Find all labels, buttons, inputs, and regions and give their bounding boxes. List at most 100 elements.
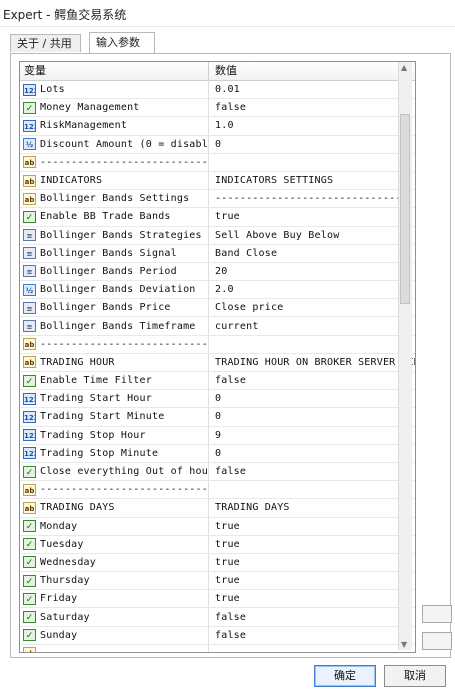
param-type-num-icon: 123 — [23, 392, 36, 405]
parameter-name-cell: ✓ Close everything Out of hours — [20, 462, 209, 481]
value-column-header[interactable]: 数值 — [209, 62, 415, 80]
parameter-row[interactable]: ½ Discount Amount (0 = disabled) 0 — [20, 135, 415, 154]
parameter-name-cell: ≡ Bollinger Bands Strategies — [20, 226, 209, 244]
cancel-button[interactable]: 取消 — [384, 665, 446, 687]
parameter-value[interactable]: 20 — [209, 263, 415, 280]
parameter-row[interactable]: ab --------------------------------- — [20, 644, 415, 652]
parameter-value[interactable]: true — [209, 208, 415, 225]
vertical-scrollbar[interactable]: ▲ ▼ — [398, 62, 412, 650]
parameter-value[interactable]: true — [209, 536, 415, 553]
parameter-value[interactable] — [209, 645, 415, 652]
parameter-row[interactable]: ≡ Bollinger Bands Signal Band Close — [20, 244, 415, 263]
parameter-value[interactable]: true — [209, 518, 415, 535]
parameter-row[interactable]: ab --------------------------------- — [20, 153, 415, 172]
tab-bar: 关于 / 共用 输入参数 — [10, 32, 450, 54]
parameter-row[interactable]: ab TRADING DAYS TRADING DAYS — [20, 499, 415, 518]
parameter-name-cell: ✓ Money Management — [20, 99, 209, 117]
parameter-value[interactable]: 2.0 — [209, 281, 415, 298]
parameter-value[interactable]: TRADING DAYS — [209, 499, 415, 516]
parameter-name: Sunday — [40, 629, 78, 641]
tab-inputs[interactable]: 输入参数 — [89, 32, 155, 53]
parameter-value[interactable]: Sell Above Buy Below — [209, 227, 415, 244]
parameter-name-cell: ≡ Bollinger Bands Price — [20, 299, 209, 317]
parameter-row[interactable]: ≡ Bollinger Bands Price Close price — [20, 299, 415, 318]
parameter-value[interactable]: INDICATORS SETTINGS — [209, 172, 415, 189]
parameter-row[interactable]: ab TRADING HOUR TRADING HOUR ON BROKER SER… — [20, 353, 415, 372]
scroll-down-icon[interactable]: ▼ — [401, 640, 407, 649]
param-type-ab-icon: ab — [23, 156, 36, 169]
parameter-name: Bollinger Bands Signal — [40, 247, 177, 259]
parameter-value[interactable]: false — [209, 463, 415, 480]
parameter-value[interactable]: 0 — [209, 445, 415, 462]
param-type-d-icon: ✓ — [23, 556, 36, 569]
parameter-name-cell: ≡ Bollinger Bands Timeframe — [20, 317, 209, 335]
param-type-num-icon: 123 — [23, 447, 36, 460]
parameter-value[interactable]: 9 — [209, 427, 415, 444]
parameter-value[interactable]: Close price — [209, 299, 415, 316]
parameter-value[interactable]: false — [209, 608, 415, 625]
parameter-row[interactable]: ab INDICATORS INDICATORS SETTINGS — [20, 171, 415, 191]
variable-column-header[interactable]: 变量 — [20, 62, 209, 80]
parameter-value[interactable]: ------------------------------- — [209, 190, 415, 207]
scroll-up-icon[interactable]: ▲ — [401, 63, 407, 72]
parameter-row[interactable]: ≡ Bollinger Bands Strategies Sell Above Bu… — [20, 226, 415, 245]
side-button-load[interactable] — [422, 605, 452, 623]
parameter-row[interactable]: ✓ Thursday true — [20, 572, 415, 591]
param-type-d-icon: ✓ — [23, 520, 36, 533]
parameter-row[interactable]: 123 Trading Stop Minute 0 — [20, 444, 415, 463]
parameter-value[interactable]: true — [209, 554, 415, 571]
parameter-name: --------------------------------- — [40, 648, 208, 652]
parameter-value[interactable] — [209, 154, 415, 171]
parameter-row[interactable]: ≡ Bollinger Bands Period 20 — [20, 262, 415, 282]
side-button-save[interactable] — [422, 632, 452, 650]
parameter-row[interactable]: ≡ Bollinger Bands Timeframe current — [20, 317, 415, 336]
parameter-row[interactable]: 123 Trading Stop Hour 9 — [20, 426, 415, 445]
parameter-row[interactable]: ✓ Enable BB Trade Bands true — [20, 208, 415, 227]
parameter-row[interactable]: ab --------------------------------- — [20, 335, 415, 354]
parameter-value[interactable]: false — [209, 372, 415, 389]
param-type-num-icon: 123 — [23, 410, 36, 423]
parameter-value[interactable]: 0 — [209, 408, 415, 425]
parameter-name: Bollinger Bands Price — [40, 302, 171, 314]
scrollbar-thumb[interactable] — [400, 114, 410, 304]
tab-common[interactable]: 关于 / 共用 — [10, 34, 81, 52]
parameter-row[interactable]: ✓ Monday true — [20, 517, 415, 536]
parameter-value[interactable]: TRADING HOUR ON BROKER SERVER TIME — [209, 354, 415, 371]
parameter-name-cell: 123 Trading Start Minute — [20, 408, 209, 426]
parameter-row[interactable]: ½ Bollinger Bands Deviation 2.0 — [20, 281, 415, 300]
parameter-name: Bollinger Bands Period — [40, 265, 177, 277]
parameter-value[interactable]: false — [209, 627, 415, 644]
parameter-row[interactable]: ✓ Close everything Out of hours false — [20, 462, 415, 482]
parameter-row[interactable]: 123 RiskManagement 1.0 — [20, 117, 415, 136]
ok-button[interactable]: 确定 — [314, 665, 376, 687]
parameter-row[interactable]: ab --------------------------------- — [20, 481, 415, 500]
parameter-name: Enable Time Filter — [40, 375, 152, 387]
param-type-list-icon: ≡ — [23, 320, 36, 333]
parameter-value[interactable]: 0 — [209, 390, 415, 407]
parameter-row[interactable]: ✓ Saturday false — [20, 608, 415, 627]
parameter-row[interactable]: ✓ Enable Time Filter false — [20, 372, 415, 391]
parameter-row[interactable]: 123 Lots 0.01 — [20, 81, 415, 100]
parameter-row[interactable]: 123 Trading Start Hour 0 — [20, 390, 415, 409]
parameter-row[interactable]: ✓ Sunday false — [20, 626, 415, 645]
parameter-value[interactable]: true — [209, 572, 415, 589]
parameter-name: --------------------------------- — [40, 484, 208, 496]
parameter-name: RiskManagement — [40, 120, 128, 132]
parameter-value[interactable] — [209, 481, 415, 498]
parameter-row[interactable]: ab Bollinger Bands Settings --------------… — [20, 190, 415, 209]
parameter-row[interactable]: ✓ Tuesday true — [20, 535, 415, 554]
parameter-value[interactable]: 1.0 — [209, 117, 415, 134]
parameter-value[interactable]: false — [209, 99, 415, 116]
parameter-row[interactable]: ✓ Money Management false — [20, 99, 415, 118]
parameter-name: Money Management — [40, 102, 140, 114]
parameter-row[interactable]: 123 Trading Start Minute 0 — [20, 408, 415, 427]
parameter-value[interactable]: Band Close — [209, 245, 415, 262]
parameter-row[interactable]: ✓ Friday true — [20, 590, 415, 609]
parameter-value[interactable] — [209, 336, 415, 353]
parameter-value[interactable]: 0 — [209, 136, 415, 153]
parameter-value[interactable]: current — [209, 317, 415, 334]
parameter-row[interactable]: ✓ Wednesday true — [20, 553, 415, 573]
parameter-value[interactable]: 0.01 — [209, 81, 415, 98]
parameter-value[interactable]: true — [209, 590, 415, 607]
parameter-name-cell: ✓ Thursday — [20, 572, 209, 590]
